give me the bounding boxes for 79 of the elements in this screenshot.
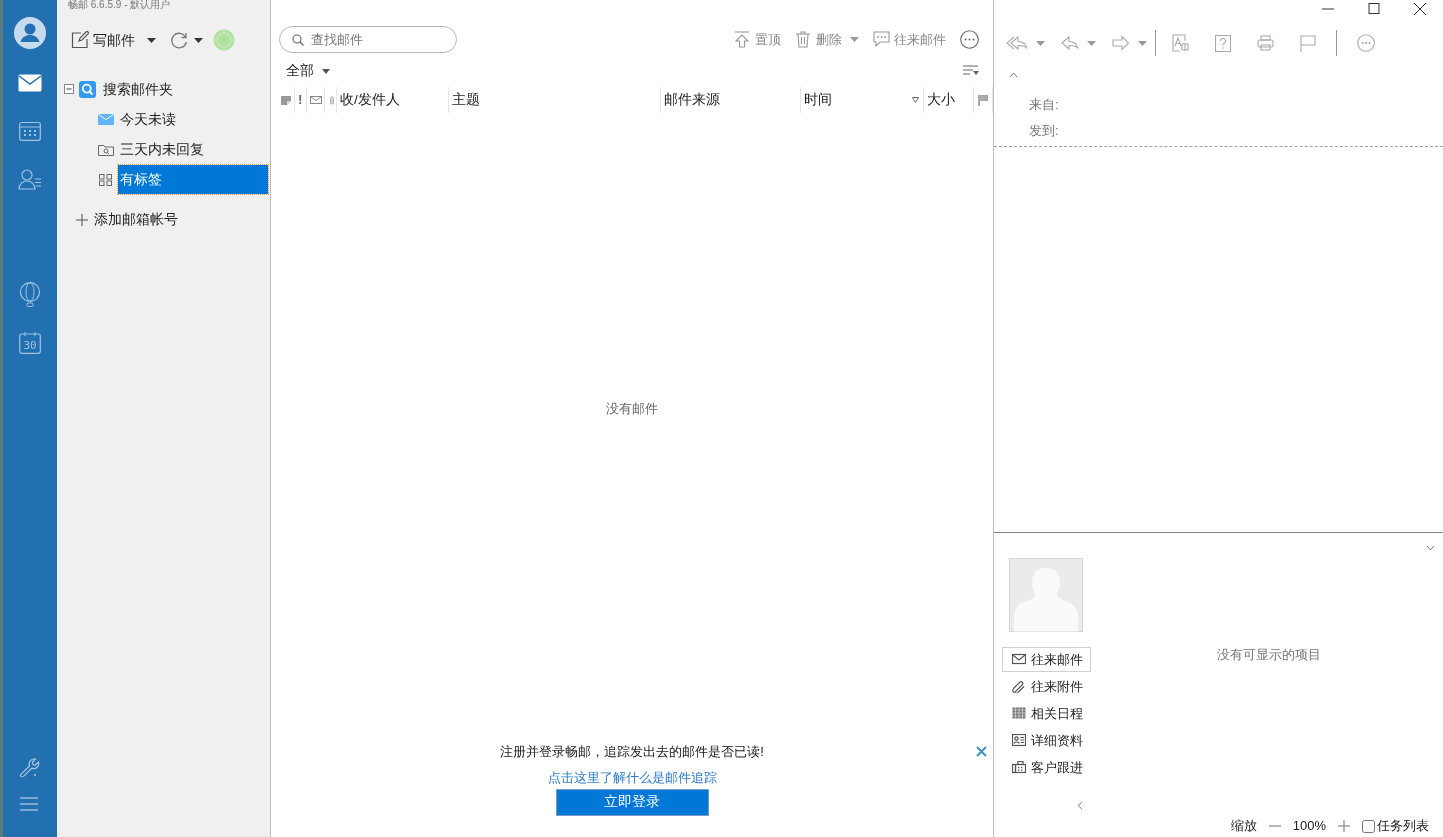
- folder-item[interactable]: 三天内未回复: [118, 134, 206, 164]
- compose-button[interactable]: 写邮件: [71, 29, 135, 51]
- contact-tab[interactable]: 详细资料: [1002, 728, 1091, 753]
- caret-icon[interactable]: [147, 37, 156, 43]
- note-icon[interactable]: [280, 93, 292, 107]
- collapse-icon[interactable]: [64, 84, 74, 94]
- settings-icon[interactable]: [19, 757, 41, 777]
- zoom-in-icon[interactable]: [1338, 820, 1350, 832]
- contact-tab[interactable]: 客户跟进: [1002, 755, 1091, 780]
- column-header[interactable]: 时间: [801, 87, 924, 114]
- column-header[interactable]: 大小: [924, 87, 974, 114]
- tracking-link[interactable]: 点击这里了解什么是邮件追踪: [547, 767, 717, 787]
- contact-tab[interactable]: 相关日程: [1002, 701, 1091, 726]
- toolbar-button[interactable]: 删除: [795, 29, 859, 50]
- envelope-icon: [1012, 653, 1026, 666]
- toolbar-button[interactable]: 置顶: [734, 29, 781, 50]
- chevron-down-icon[interactable]: [1426, 545, 1435, 551]
- zoom-value: 100%: [1292, 817, 1326, 836]
- balloon-icon[interactable]: [19, 282, 41, 308]
- font-icon[interactable]: [1172, 34, 1189, 52]
- caret-icon[interactable]: [194, 37, 203, 43]
- empty-message: 没有可显示的项目: [1216, 646, 1321, 665]
- folder-item[interactable]: 有标签: [118, 164, 268, 194]
- plus-icon[interactable]: [76, 213, 88, 226]
- contacts-icon[interactable]: [18, 168, 42, 190]
- zoom-label: 缩放: [1230, 817, 1257, 836]
- flag-icon[interactable]: [1300, 34, 1316, 52]
- more-icon[interactable]: [1357, 34, 1375, 52]
- column-header[interactable]: 邮件来源: [661, 87, 801, 114]
- filter-dropdown[interactable]: 全部: [286, 61, 330, 82]
- mail-icon: [98, 112, 114, 126]
- caret-icon: [322, 68, 330, 74]
- more-icon[interactable]: [960, 30, 979, 49]
- empty-message: 没有邮件: [606, 399, 658, 418]
- chat-icon: [873, 31, 890, 48]
- folder-item[interactable]: 今天未读: [118, 104, 178, 134]
- app-title: 畅邮 6.6.5.9 - 默认用户: [67, 0, 172, 12]
- reply-all-icon[interactable]: [1006, 35, 1028, 51]
- contact-tab[interactable]: 往来附件: [1002, 674, 1091, 699]
- avatar-icon[interactable]: [14, 17, 46, 49]
- fax-icon: [1012, 761, 1026, 774]
- search-field[interactable]: 查找邮件: [279, 26, 457, 53]
- column-header[interactable]: 收/发件人: [337, 87, 449, 114]
- contact-card-icon: [1012, 734, 1026, 747]
- search-icon: [292, 34, 304, 46]
- task-list-checkbox[interactable]: [1362, 819, 1375, 833]
- paperclip-icon[interactable]: [328, 93, 336, 107]
- folder-label[interactable]: 搜索邮件夹: [101, 74, 175, 104]
- login-button[interactable]: 立即登录: [555, 789, 709, 816]
- mail-icon[interactable]: [18, 74, 42, 92]
- chevron-left-icon[interactable]: [1077, 801, 1083, 810]
- status-icon: [213, 29, 235, 51]
- contact-tab[interactable]: 往来邮件: [1002, 647, 1091, 672]
- compose-icon: [71, 31, 89, 49]
- toolbar-button[interactable]: 往来邮件: [873, 29, 946, 50]
- banner-message: 注册并登录畅邮，追踪发出去的邮件是否已读!: [500, 743, 764, 761]
- envelope-icon[interactable]: [310, 93, 322, 107]
- reply-icon[interactable]: [1061, 35, 1079, 51]
- pin-top-icon: [734, 31, 751, 48]
- forward-icon[interactable]: [1112, 35, 1130, 51]
- calendar-icon: [1012, 707, 1026, 720]
- column-header[interactable]: 主题: [449, 87, 661, 114]
- folder-search-icon: [98, 142, 114, 156]
- add-account-link[interactable]: 添加邮箱帐号: [92, 205, 180, 234]
- refresh-icon[interactable]: [170, 31, 188, 49]
- sort-menu-icon[interactable]: [963, 65, 979, 78]
- grid-icon: [98, 172, 114, 186]
- help-icon[interactable]: [1215, 34, 1231, 52]
- search-folder-icon: [79, 80, 96, 98]
- header-label: 发到:: [1028, 122, 1060, 140]
- chevron-up-icon[interactable]: [1009, 72, 1018, 78]
- header-label: 来自:: [1028, 96, 1060, 114]
- flag-icon[interactable]: [977, 93, 989, 107]
- column-header[interactable]: !: [295, 87, 307, 114]
- calendar-icon[interactable]: [19, 121, 41, 141]
- checkbox-label[interactable]: 任务列表: [1377, 816, 1429, 836]
- print-icon[interactable]: [1257, 35, 1274, 51]
- paperclip-icon: [1012, 680, 1026, 693]
- trash-icon: [795, 31, 812, 48]
